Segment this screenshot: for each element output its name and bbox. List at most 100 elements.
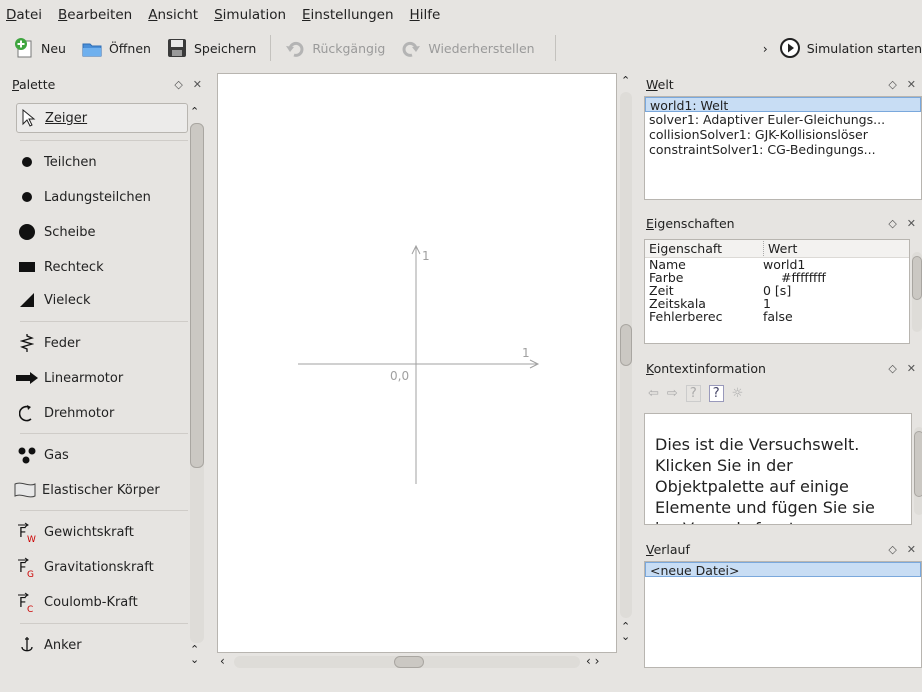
palette-title-bar: Palette ◇ ✕	[8, 73, 208, 95]
palette-scrollbar[interactable]	[190, 123, 204, 643]
history-list: <neue Datei>	[644, 561, 922, 668]
context-info-text-box: Dies ist die Versuchswelt. Klicken Sie i…	[644, 413, 912, 525]
run-simulation-button[interactable]: Simulation starten	[778, 33, 922, 63]
canvas-hscrollbar[interactable]	[234, 656, 580, 668]
palette-item-soft-body[interactable]: Elastischer Körper	[14, 475, 190, 505]
properties-dock: Eigenschaften ◇ ✕ Eigenschaft Wert Name wo…	[642, 212, 922, 355]
history-item[interactable]: <neue Datei>	[645, 562, 921, 577]
palette-item-anchor[interactable]: Anker	[16, 630, 188, 660]
palette-item-particle[interactable]: Teilchen	[16, 147, 188, 177]
float-icon[interactable]: ◇	[888, 362, 896, 375]
world-title-bar: Welt ◇ ✕	[642, 73, 922, 95]
back-arrow-icon[interactable]: ⇦	[648, 386, 659, 401]
palette-scroll-up-arrow[interactable]: ⌃	[190, 105, 199, 118]
world-item[interactable]: constraintSolver1: CG-Bedingungs...	[645, 142, 921, 157]
col-property-header: Eigenschaft	[649, 241, 722, 256]
weight-force-icon: FW	[16, 521, 38, 543]
menu-help[interactable]: Hilfe	[410, 7, 441, 23]
palette-item-disk[interactable]: Scheibe	[16, 217, 188, 247]
canvas-scroll-right-arrows[interactable]: ‹ ›	[586, 654, 599, 668]
close-icon[interactable]: ✕	[907, 217, 916, 230]
properties-title-bar: Eigenschaften ◇ ✕	[642, 212, 922, 234]
col-value-header: Wert	[763, 241, 797, 256]
help-icon[interactable]: ?	[685, 385, 701, 402]
open-button[interactable]: Öffnen	[80, 33, 151, 63]
context-title: Kontextinformation	[646, 360, 766, 376]
palette-item-rotation-motor[interactable]: Drehmotor	[16, 398, 188, 428]
menu-edit[interactable]: Bearbeiten	[58, 7, 132, 23]
palette-scrollbar-thumb[interactable]	[190, 123, 204, 468]
palette-item-pointer[interactable]: Zeiger	[16, 103, 188, 133]
save-button[interactable]: Speichern	[165, 33, 256, 63]
x-axis-label: 1	[522, 346, 530, 360]
palette-item-charged-particle[interactable]: Ladungsteilchen	[16, 182, 188, 212]
save-icon	[165, 36, 189, 60]
y-axis-label: 1	[422, 249, 430, 263]
property-row[interactable]: Fehlerberec false	[645, 310, 909, 323]
context-info-text: Dies ist die Versuchswelt. Klicken Sie i…	[655, 435, 875, 524]
origin-label: 0,0	[390, 369, 409, 383]
canvas-scroll-down-arrow[interactable]: ⌃ ⌄	[621, 621, 630, 642]
canvas-hscrollbar-thumb[interactable]	[394, 656, 424, 668]
new-button[interactable]: Neu	[12, 33, 66, 63]
canvas-scroll-up-arrow[interactable]: ⌃	[621, 74, 630, 87]
world-title: Welt	[646, 76, 674, 92]
property-row[interactable]: Name world1	[645, 258, 909, 271]
menu-settings[interactable]: Einstellungen	[302, 7, 394, 23]
redo-icon	[399, 36, 423, 60]
canvas-scroll-left-arrow[interactable]: ‹	[220, 654, 225, 668]
palette-list: Zeiger Teilchen Ladungsteilchen Scheibe …	[12, 97, 208, 673]
menu-file[interactable]: Datei	[6, 7, 42, 23]
palette-item-polygon[interactable]: Vieleck	[16, 285, 188, 315]
palette-item-gravitation-force[interactable]: FG Gravitationskraft	[16, 552, 188, 582]
palette-scroll-down-arrow[interactable]: ⌃ ⌄	[190, 644, 199, 665]
close-icon[interactable]: ✕	[907, 362, 916, 375]
canvas-vscrollbar[interactable]	[620, 92, 632, 618]
world-item[interactable]: solver1: Adaptiver Euler-Gleichungs...	[645, 112, 921, 127]
float-icon[interactable]: ◇	[174, 78, 182, 91]
svg-text:F: F	[19, 596, 26, 611]
world-tree: world1: Welt solver1: Adaptiver Euler-Gl…	[644, 96, 922, 200]
toolbar-overflow-button[interactable]: ›	[763, 33, 768, 63]
palette-item-linear-motor[interactable]: Linearmotor	[16, 363, 188, 393]
palette-item-gas[interactable]: Gas	[16, 440, 188, 470]
svg-text:F: F	[19, 561, 26, 576]
palette-item-weight-force[interactable]: FW Gewichtskraft	[16, 517, 188, 547]
gas-icon	[16, 444, 38, 466]
simulation-canvas[interactable]: 1 1 0,0	[217, 73, 617, 653]
float-icon[interactable]: ◇	[888, 78, 896, 91]
world-item[interactable]: world1: Welt	[645, 97, 921, 112]
linear-motor-icon	[16, 367, 38, 389]
close-icon[interactable]: ✕	[193, 78, 202, 91]
float-icon[interactable]: ◇	[888, 543, 896, 556]
palette-title: Palette	[12, 76, 56, 92]
close-icon[interactable]: ✕	[907, 78, 916, 91]
properties-table: Eigenschaft Wert Name world1 Farbe #ffffff…	[644, 239, 910, 344]
play-icon	[778, 36, 802, 60]
help-active-icon[interactable]: ?	[708, 385, 724, 402]
forward-arrow-icon[interactable]: ⇨	[667, 386, 678, 401]
folder-open-icon	[80, 36, 104, 60]
redo-button[interactable]: Wiederherstellen	[399, 33, 535, 63]
menu-view[interactable]: Ansicht	[148, 7, 198, 23]
rotation-motor-icon	[16, 402, 38, 424]
context-scrollbar-thumb[interactable]	[914, 431, 922, 497]
undo-button[interactable]: Rückgängig	[283, 33, 385, 63]
menu-simulation[interactable]: Simulation	[214, 7, 286, 23]
context-scrollbar[interactable]	[914, 427, 922, 515]
pointer-icon	[17, 107, 39, 129]
history-dock: Verlauf ◇ ✕ <neue Datei>	[642, 538, 922, 668]
float-icon[interactable]: ◇	[888, 217, 896, 230]
polygon-icon	[16, 289, 38, 311]
svg-text:C: C	[27, 605, 33, 613]
properties-scrollbar[interactable]	[912, 252, 922, 332]
toolbar-separator	[554, 35, 556, 61]
palette-item-spring[interactable]: Feder	[16, 328, 188, 358]
close-icon[interactable]: ✕	[907, 543, 916, 556]
palette-item-coulomb-force[interactable]: FC Coulomb-Kraft	[16, 587, 188, 617]
world-item[interactable]: collisionSolver1: GJK-Kollisionslöser	[645, 127, 921, 142]
properties-scrollbar-thumb[interactable]	[912, 256, 922, 300]
canvas-vscrollbar-thumb[interactable]	[620, 324, 632, 366]
palette-item-rectangle[interactable]: Rechteck	[16, 252, 188, 282]
sync-icon[interactable]: ☼	[732, 386, 744, 401]
